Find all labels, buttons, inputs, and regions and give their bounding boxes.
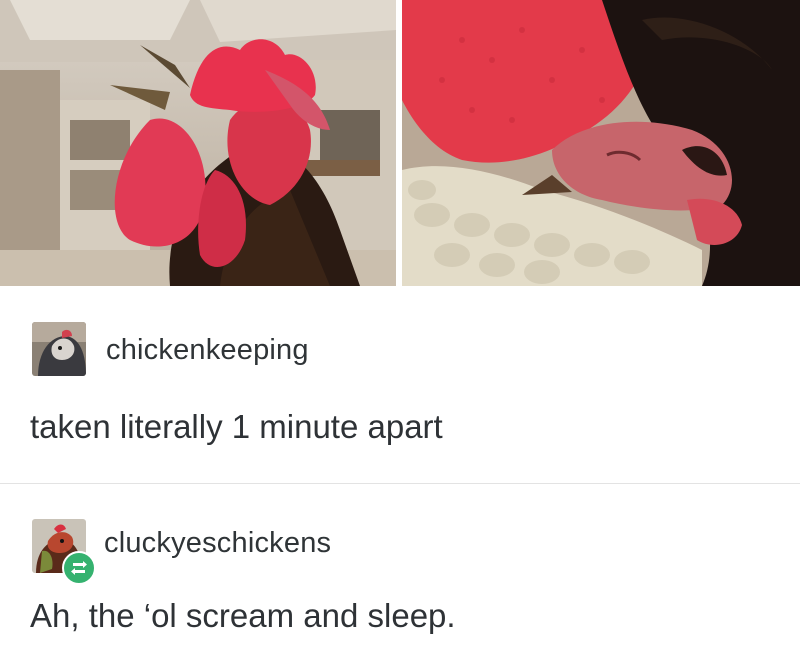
post-original: chickenkeeping taken literally 1 minute … <box>0 286 800 484</box>
post-body-text: Ah, the ‘ol scream and sleep. <box>30 597 456 634</box>
photo-set <box>0 0 800 286</box>
post-body-text: taken literally 1 minute apart <box>30 408 443 445</box>
post-username[interactable]: chickenkeeping <box>106 334 309 367</box>
screaming-rooster-photo[interactable] <box>0 0 396 286</box>
avatar-chickenkeeping[interactable] <box>32 322 86 376</box>
sleeping-rooster-photo[interactable] <box>402 0 800 286</box>
post-reblog: cluckyeschickens Ah, the ‘ol scream and … <box>0 484 800 645</box>
post-username[interactable]: cluckyeschickens <box>104 527 331 560</box>
reblog-icon <box>62 551 96 585</box>
